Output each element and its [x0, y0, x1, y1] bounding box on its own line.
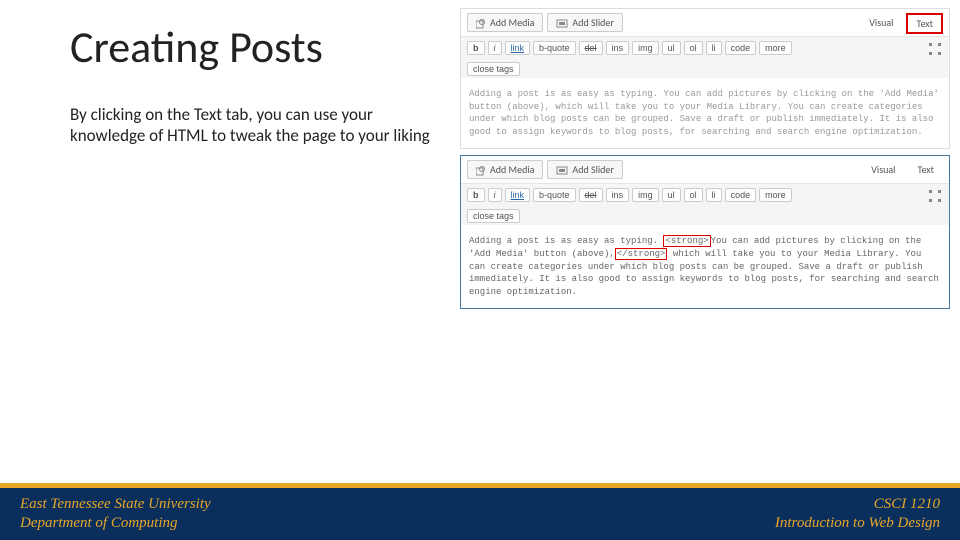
li-button[interactable]: li — [706, 41, 722, 55]
editor-content-1[interactable]: Adding a post is as easy as typing. You … — [461, 78, 949, 148]
close-tags-row-2: close tags — [461, 206, 949, 225]
content2-pre: Adding a post is as easy as typing. — [469, 236, 663, 246]
add-media-label: Add Media — [490, 16, 534, 29]
slider-icon — [556, 163, 568, 176]
code-button[interactable]: code — [725, 188, 757, 202]
bquote-button[interactable]: b-quote — [533, 188, 576, 202]
add-media-label: Add Media — [490, 163, 534, 176]
ins-button[interactable]: ins — [606, 188, 630, 202]
close-tags-button-2[interactable]: close tags — [467, 209, 520, 223]
visual-tab[interactable]: Visual — [860, 13, 902, 34]
highlight-strong-close: </strong> — [615, 248, 668, 260]
editor-screenshot-1: Add Media Add Slider Visual Text b i lin… — [460, 8, 950, 149]
link-button[interactable]: link — [505, 41, 531, 55]
italic-button[interactable]: i — [488, 188, 502, 202]
media-row: Add Media Add Slider Visual Text — [461, 9, 949, 37]
add-media-button-2[interactable]: Add Media — [467, 160, 543, 179]
toolbar-2: b i link b-quote del ins img ul ol li co… — [461, 184, 949, 206]
visual-tab-2[interactable]: Visual — [862, 160, 904, 179]
footer-department: Department of Computing — [20, 514, 211, 534]
editor-content-2[interactable]: Adding a post is as easy as typing. <str… — [461, 225, 949, 308]
italic-button[interactable]: i — [488, 41, 502, 55]
slide-title: Creating Posts — [70, 25, 440, 69]
bquote-button[interactable]: b-quote — [533, 41, 576, 55]
ul-button[interactable]: ul — [662, 41, 681, 55]
footer-course-name: Introduction to Web Design — [775, 514, 940, 534]
add-slider-button[interactable]: Add Slider — [547, 13, 622, 32]
footer-course-code: CSCI 1210 — [775, 495, 940, 515]
toolbar: b i link b-quote del ins img ul ol li co… — [461, 37, 949, 59]
img-button[interactable]: img — [632, 188, 659, 202]
del-button[interactable]: del — [579, 188, 603, 202]
close-tags-button[interactable]: close tags — [467, 62, 520, 76]
text-tab-2[interactable]: Text — [908, 160, 943, 179]
text-tab[interactable]: Text — [906, 13, 943, 34]
bold-button[interactable]: b — [467, 188, 485, 202]
more-button[interactable]: more — [759, 41, 792, 55]
footer-university: East Tennessee State University — [20, 495, 211, 515]
bold-button[interactable]: b — [467, 41, 485, 55]
del-button[interactable]: del — [579, 41, 603, 55]
slider-icon — [556, 16, 568, 29]
close-tags-row: close tags — [461, 59, 949, 78]
fullscreen-icon[interactable] — [929, 190, 941, 202]
ul-button[interactable]: ul — [662, 188, 681, 202]
slide-body: By clicking on the Text tab, you can use… — [70, 104, 440, 147]
add-slider-label: Add Slider — [572, 16, 613, 29]
media-icon — [476, 163, 486, 176]
img-button[interactable]: img — [632, 41, 659, 55]
add-slider-label: Add Slider — [572, 163, 613, 176]
link-button[interactable]: link — [505, 188, 531, 202]
ol-button[interactable]: ol — [684, 41, 703, 55]
media-icon — [476, 16, 486, 29]
fullscreen-icon[interactable] — [929, 43, 941, 55]
li-button[interactable]: li — [706, 188, 722, 202]
footer: East Tennessee State University Departme… — [0, 488, 960, 540]
add-media-button[interactable]: Add Media — [467, 13, 543, 32]
editor-screenshot-2: Add Media Add Slider Visual Text b i lin… — [460, 155, 950, 309]
more-button[interactable]: more — [759, 188, 792, 202]
ins-button[interactable]: ins — [606, 41, 630, 55]
add-slider-button-2[interactable]: Add Slider — [547, 160, 622, 179]
ol-button[interactable]: ol — [684, 188, 703, 202]
media-row-2: Add Media Add Slider Visual Text — [461, 156, 949, 184]
code-button[interactable]: code — [725, 41, 757, 55]
highlight-strong-open: <strong> — [663, 235, 710, 247]
